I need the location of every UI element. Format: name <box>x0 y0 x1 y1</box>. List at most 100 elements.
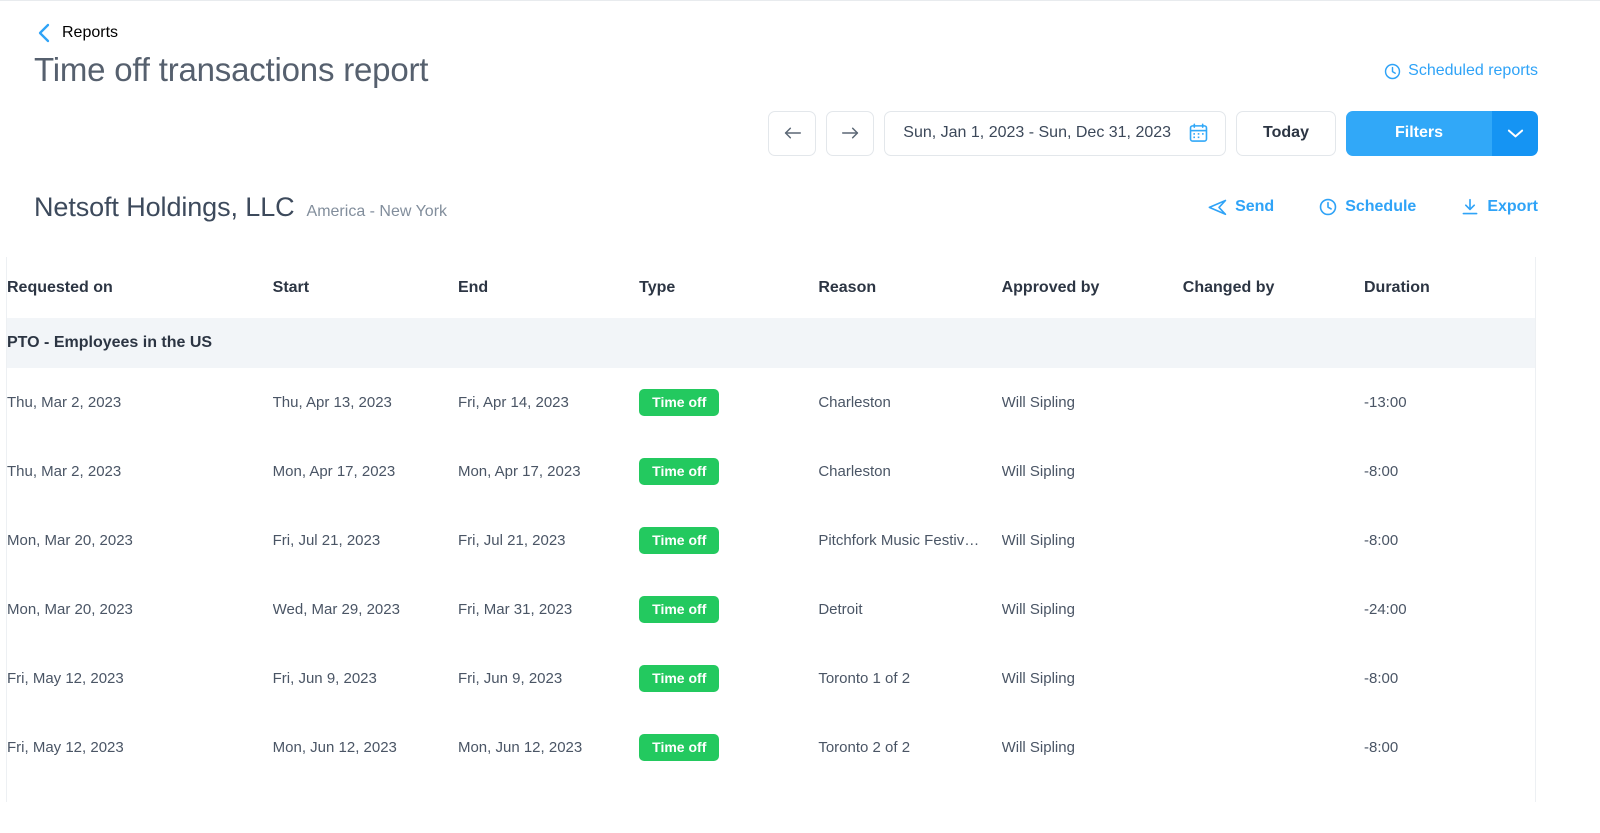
cell-duration: -8:00 <box>1364 531 1399 549</box>
cell-approved-by: Will Sipling <box>1002 782 1183 802</box>
column-header-duration[interactable]: Duration <box>1364 257 1535 318</box>
cell-reason: Detroit <box>818 600 863 618</box>
cell-duration: -5:00 <box>1364 782 1535 802</box>
arrow-left-icon <box>783 125 802 141</box>
export-button[interactable]: Export <box>1461 198 1538 216</box>
cell-reason: Pitchfork Music Festiv… <box>818 531 980 549</box>
table-group-row: PTO - Employees in the US <box>7 317 1535 368</box>
filters-button[interactable]: Filters <box>1345 110 1492 156</box>
group-label: PTO - Employees in the US <box>7 317 1535 368</box>
table-row[interactable]: Mon, Mar 20, 2023 Wed, Mar 29, 2023 Fri, M… <box>7 575 1535 644</box>
table-row[interactable]: Thu, Mar 2, 2023 Mon, Apr 17, 2023 Mon, Ap… <box>7 437 1535 506</box>
cell-approved-by: Will Sipling <box>1001 462 1075 480</box>
type-badge: Time off <box>639 526 720 554</box>
filters-dropdown-toggle[interactable] <box>1492 110 1538 156</box>
company-header: Netsoft Holdings, LLC America - New York… <box>0 156 1600 223</box>
cell-end: Mon, May 29, 2023 <box>458 782 639 802</box>
date-range-value: Sun, Jan 1, 2023 - Sun, Dec 31, 2023 <box>903 124 1172 142</box>
cell-approved-by: Will Sipling <box>1001 669 1075 687</box>
cell-duration: -8:00 <box>1364 738 1399 756</box>
clock-icon <box>1384 63 1401 80</box>
send-icon <box>1208 199 1227 216</box>
table-row[interactable]: Thu, Mar 2, 2023 Thu, Apr 13, 2023 Fri, Ap… <box>7 368 1535 437</box>
cell-type: Time off <box>639 575 818 644</box>
cell-type: Time off <box>639 437 818 506</box>
table-row[interactable]: Fri, May 12, 2023 Fri, Jun 9, 2023 Fri, Ju… <box>7 644 1535 713</box>
cell-requested-on: Thu, Mar 2, 2023 <box>7 393 122 411</box>
cell-type: Time off <box>639 782 818 802</box>
cell-start: Wed, Mar 29, 2023 <box>272 600 400 618</box>
cell-end: Fri, Mar 31, 2023 <box>457 600 573 618</box>
date-range-picker[interactable]: Sun, Jan 1, 2023 - Sun, Dec 31, 2023 <box>884 110 1227 156</box>
report-table: Requested on Start End Type Reason Appro… <box>7 257 1535 802</box>
cell-type: Time off <box>639 644 818 713</box>
table-row[interactable]: Mon, Mar 20, 2023 Fri, Jul 21, 2023 Fri, J… <box>7 506 1535 575</box>
cell-start: Mon, Jun 12, 2023 <box>272 738 397 756</box>
cell-duration: -13:00 <box>1364 393 1407 411</box>
today-button[interactable]: Today <box>1236 110 1336 156</box>
report-actions: Send Schedule Export <box>1208 198 1538 216</box>
clock-icon <box>1319 198 1337 216</box>
cell-changed-by <box>1183 644 1364 713</box>
cell-end: Fri, Jun 9, 2023 <box>457 669 563 687</box>
company-identity: Netsoft Holdings, LLC America - New York <box>34 192 447 223</box>
table-body: PTO - Employees in the US Thu, Mar 2, 20… <box>7 317 1535 802</box>
cell-approved-by: Will Sipling <box>1001 600 1075 618</box>
report-page: Reports Time off transactions report Sch… <box>0 0 1600 833</box>
report-table-container: Requested on Start End Type Reason Appro… <box>6 256 1536 802</box>
cell-start: Mon, May 29, 2023 <box>273 782 458 802</box>
breadcrumb: Reports <box>0 1 1600 43</box>
table-header-row: Requested on Start End Type Reason Appro… <box>7 257 1535 318</box>
table-row[interactable]: Mon, May 29, 2023Mon, May 29, 2023Mon, M… <box>7 782 1535 802</box>
column-header-changed-by[interactable]: Changed by <box>1183 257 1364 318</box>
cell-requested-on: Fri, May 12, 2023 <box>7 669 124 687</box>
cell-end: Mon, Jun 12, 2023 <box>457 738 583 756</box>
cell-duration: -8:00 <box>1364 669 1399 687</box>
cell-type: Time off <box>639 368 818 437</box>
column-header-start[interactable]: Start <box>273 257 458 318</box>
download-icon <box>1461 198 1479 216</box>
table-row[interactable]: Fri, May 12, 2023 Mon, Jun 12, 2023 Mon, J… <box>7 713 1535 782</box>
cell-changed-by <box>1183 437 1364 506</box>
cell-start: Mon, Apr 17, 2023 <box>272 462 396 480</box>
schedule-label: Schedule <box>1345 198 1417 216</box>
next-period-button[interactable] <box>826 110 875 156</box>
column-header-type[interactable]: Type <box>639 257 818 318</box>
prev-period-button[interactable] <box>768 110 817 156</box>
cell-duration: -24:00 <box>1364 600 1407 618</box>
breadcrumb-link-reports[interactable]: Reports <box>62 24 118 42</box>
cell-reason: Beach day <box>818 782 1001 802</box>
column-header-requested-on[interactable]: Requested on <box>7 257 273 318</box>
scheduled-reports-link[interactable]: Scheduled reports <box>1384 62 1538 80</box>
chevron-left-icon[interactable] <box>34 22 52 44</box>
chevron-down-icon <box>1507 128 1524 139</box>
date-toolbar: Sun, Jan 1, 2023 - Sun, Dec 31, 2023 Tod… <box>0 89 1600 156</box>
export-label: Export <box>1487 198 1538 216</box>
cell-start: Fri, Jun 9, 2023 <box>272 669 377 687</box>
title-row: Time off transactions report Scheduled r… <box>0 33 1600 89</box>
scheduled-reports-label: Scheduled reports <box>1408 62 1538 79</box>
send-label: Send <box>1235 198 1275 216</box>
schedule-button[interactable]: Schedule <box>1319 198 1416 216</box>
calendar-icon[interactable] <box>1189 123 1208 143</box>
company-name: Netsoft Holdings, LLC <box>34 191 295 222</box>
page-title: Time off transactions report <box>34 51 429 88</box>
cell-end: Mon, Apr 17, 2023 <box>457 462 581 480</box>
table-head: Requested on Start End Type Reason Appro… <box>7 257 1535 318</box>
cell-requested-on: Mon, May 29, 2023 <box>7 782 273 802</box>
cell-reason: Toronto 2 of 2 <box>818 738 911 756</box>
cell-end: Fri, Apr 14, 2023 <box>457 393 569 411</box>
cell-reason: Toronto 1 of 2 <box>818 669 911 687</box>
column-header-approved-by[interactable]: Approved by <box>1002 257 1183 318</box>
cell-reason: Charleston <box>818 462 891 480</box>
column-header-end[interactable]: End <box>458 257 639 318</box>
cell-changed-by <box>1183 713 1364 782</box>
send-button[interactable]: Send <box>1208 198 1274 216</box>
type-badge: Time off <box>639 664 720 692</box>
company-timezone: America - New York <box>306 202 448 220</box>
type-badge: Time off <box>639 457 720 485</box>
cell-start: Thu, Apr 13, 2023 <box>272 393 392 411</box>
cell-changed-by <box>1183 506 1364 575</box>
cell-end: Fri, Jul 21, 2023 <box>457 531 566 549</box>
column-header-reason[interactable]: Reason <box>818 257 1001 318</box>
